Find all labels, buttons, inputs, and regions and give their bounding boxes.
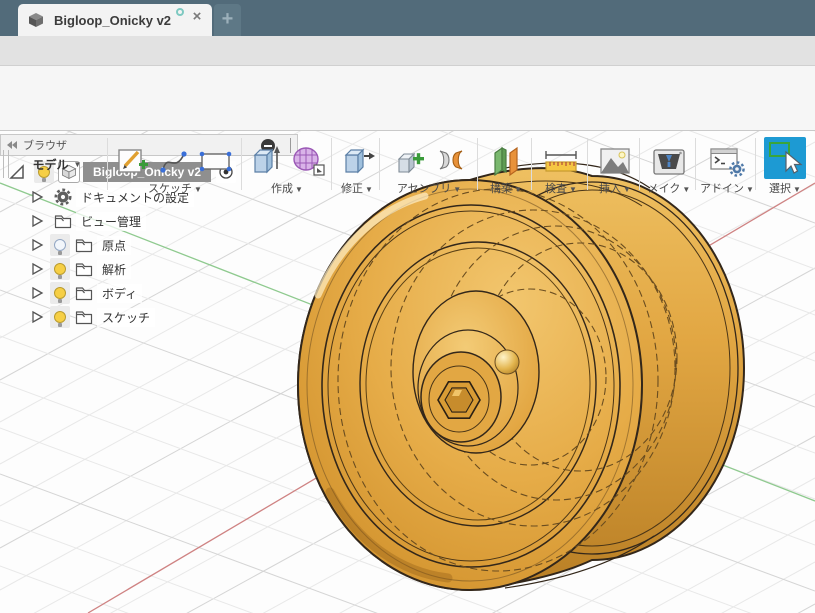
measure-ruler-icon[interactable] — [541, 143, 581, 179]
ribbon-group-label[interactable]: 修正▼ — [341, 180, 373, 196]
folder-icon — [75, 262, 93, 277]
form-icon[interactable] — [289, 141, 327, 179]
ribbon-group-assemble: アセンブリ▼ — [382, 134, 476, 196]
fusion360-window: ブラウザ Bigloop_Onicky v2 — [0, 0, 815, 613]
expand-icon[interactable] — [30, 286, 44, 300]
expand-icon[interactable] — [30, 190, 44, 204]
ribbon-group-label[interactable]: アセンブリ▼ — [397, 180, 461, 196]
caret-down-icon: ▼ — [793, 185, 801, 194]
wheel-model[interactable] — [298, 163, 744, 590]
rectangle-icon[interactable] — [197, 143, 235, 179]
tree-item-label: ビュー管理 — [76, 212, 146, 231]
ribbon-group-make: メイク▼ — [642, 134, 696, 196]
caret-down-icon: ▼ — [623, 185, 631, 194]
visibility-bulb-on-icon[interactable] — [50, 258, 70, 280]
visibility-bulb-off-icon[interactable] — [50, 234, 70, 256]
tree-item-origin[interactable]: 原点 — [0, 233, 131, 257]
expand-icon[interactable] — [30, 262, 44, 276]
title-bar: Bigloop_Onicky v2 × + — [0, 0, 815, 36]
select-cursor-icon — [764, 137, 806, 179]
caret-down-icon: ▼ — [74, 160, 82, 169]
folder-icon — [75, 310, 93, 325]
ball-detail — [495, 350, 519, 374]
insert-image-icon[interactable] — [596, 143, 634, 179]
caret-down-icon: ▼ — [746, 185, 754, 194]
toolbar-grip[interactable] — [3, 150, 9, 178]
group-separator — [477, 138, 478, 190]
ribbon-group-select: 選択▼ — [758, 134, 812, 196]
tree-item-label: ボディ — [97, 284, 142, 303]
ribbon-group-construct: 構築▼ — [480, 134, 532, 196]
tree-item-view-management[interactable]: ビュー管理 — [0, 209, 146, 233]
caret-down-icon: ▼ — [682, 185, 690, 194]
3d-printer-icon[interactable] — [649, 145, 689, 179]
caret-down-icon: ▼ — [514, 185, 522, 194]
gear-icon — [54, 188, 72, 206]
joint-icon[interactable] — [434, 141, 468, 179]
ribbon-group-label[interactable]: 構築▼ — [490, 180, 522, 196]
ribbon-group-modify: 修正▼ — [334, 134, 380, 196]
select-tool-button[interactable] — [764, 137, 806, 179]
ribbon-group-sketch: スケッチ▼ — [110, 134, 240, 196]
visibility-bulb-on-icon[interactable] — [50, 306, 70, 328]
tree-item-label: スケッチ — [97, 308, 155, 327]
visibility-bulb-on-icon[interactable] — [50, 282, 70, 304]
ribbon-group-label[interactable]: メイク▼ — [648, 180, 691, 196]
quick-access-toolbar: ▾ ▾ ▾ — [0, 36, 815, 66]
new-component-icon[interactable] — [391, 141, 429, 179]
unsaved-changes-indicator-icon — [176, 8, 184, 16]
ribbon-group-label[interactable]: 作成▼ — [271, 180, 303, 196]
ribbon-toolbar: モデル ▼ — [0, 66, 815, 131]
caret-down-icon: ▼ — [295, 185, 303, 194]
new-tab-button[interactable]: + — [214, 4, 241, 36]
ribbon-group-label[interactable]: スケッチ▼ — [148, 180, 202, 196]
expand-icon[interactable] — [30, 214, 44, 228]
construction-plane-icon[interactable] — [487, 141, 525, 179]
press-pull-icon[interactable] — [338, 141, 376, 179]
caret-down-icon: ▼ — [453, 185, 461, 194]
group-separator — [331, 138, 332, 190]
tree-item-analysis[interactable]: 解析 — [0, 257, 131, 281]
tree-item-sketches[interactable]: スケッチ — [0, 305, 155, 329]
caret-down-icon: ▼ — [365, 185, 373, 194]
ribbon-group-label[interactable]: アドイン▼ — [700, 180, 754, 196]
folder-icon — [54, 214, 72, 229]
ribbon-group-create: 作成▼ — [244, 134, 330, 196]
workspace-selector[interactable]: モデル ▼ — [12, 144, 102, 184]
ribbon-group-insert: 挿入▼ — [590, 134, 640, 196]
tree-item-bodies[interactable]: ボディ — [0, 281, 142, 305]
tree-item-label: 解析 — [97, 260, 131, 279]
tree-item-label: 原点 — [97, 236, 131, 255]
caret-down-icon: ▼ — [194, 185, 202, 194]
close-tab-icon[interactable]: × — [188, 8, 206, 26]
document-cube-icon — [26, 11, 46, 29]
scripts-addins-icon[interactable] — [706, 143, 748, 179]
spline-icon[interactable] — [156, 143, 192, 179]
ribbon-group-label[interactable]: 選択▼ — [769, 180, 801, 196]
ribbon-group-label[interactable]: 挿入▼ — [599, 180, 631, 196]
ribbon-group-addins: アドイン▼ — [698, 134, 756, 196]
ribbon-group-inspect: 検査▼ — [534, 134, 588, 196]
ribbon-group-label[interactable]: 検査▼ — [545, 180, 577, 196]
folder-icon — [75, 238, 93, 253]
document-tab-title: Bigloop_Onicky v2 — [54, 13, 171, 28]
folder-icon — [75, 286, 93, 301]
group-separator — [241, 138, 242, 190]
caret-down-icon: ▼ — [569, 185, 577, 194]
workspace-label: モデル — [33, 156, 69, 173]
expand-icon[interactable] — [30, 238, 44, 252]
create-sketch-icon[interactable] — [115, 143, 151, 179]
extrude-icon[interactable] — [248, 141, 284, 179]
expand-icon[interactable] — [30, 310, 44, 324]
group-separator — [107, 138, 108, 190]
